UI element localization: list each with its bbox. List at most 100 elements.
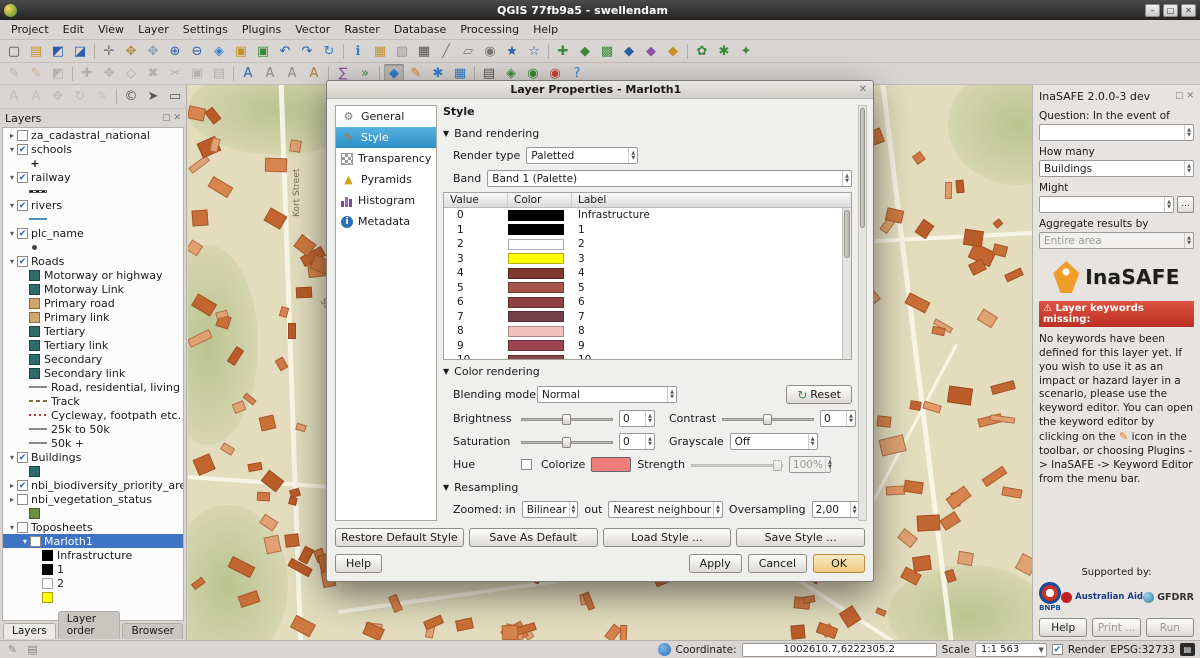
properties-tab-style[interactable]: ✎Style <box>336 127 436 148</box>
tab-layers[interactable]: Layers <box>3 623 56 639</box>
palette-label[interactable]: 9 <box>572 340 851 352</box>
layer-checkbox[interactable] <box>17 130 28 141</box>
palette-color-swatch[interactable] <box>508 340 564 351</box>
layer-item-railway[interactable]: ▾✔railway <box>3 170 183 184</box>
reset-button[interactable]: ↻ Reset <box>786 385 852 404</box>
expander-icon[interactable]: ▾ <box>7 145 17 154</box>
close-button[interactable]: ✕ <box>1181 4 1196 17</box>
save-project-icon[interactable]: ◩ <box>48 42 68 61</box>
palette-label[interactable]: 10 <box>572 354 851 360</box>
layer-checkbox[interactable]: ✔ <box>17 452 28 463</box>
layer-item-tertiary-link[interactable]: Tertiary link <box>3 338 183 352</box>
apply-button[interactable]: Apply <box>689 554 742 573</box>
menu-plugins[interactable]: Plugins <box>235 21 288 38</box>
dialog-scrollbar[interactable] <box>858 105 867 521</box>
dialog-title-bar[interactable]: Layer Properties - Marloth1 ✕ <box>327 81 873 99</box>
load-style-button[interactable]: Load Style ... <box>603 528 732 547</box>
palette-label[interactable]: 1 <box>572 224 851 236</box>
epsg-label[interactable]: EPSG:32733 <box>1110 644 1175 656</box>
toggle-editing-icon[interactable]: ✎ <box>26 64 46 83</box>
inasafe-help-button[interactable]: Help <box>1039 618 1087 637</box>
identify-features-icon[interactable]: ℹ <box>348 42 368 61</box>
deselect-features-icon[interactable]: ▧ <box>392 42 412 61</box>
zoom-out-icon[interactable]: ⊖ <box>187 42 207 61</box>
layer-item-schools[interactable]: ▾✔schools <box>3 142 183 156</box>
inasafe-print-button[interactable]: Print ... <box>1092 618 1140 637</box>
layer-item-secondary[interactable]: Secondary <box>3 352 183 366</box>
properties-tab-general[interactable]: ⚙General <box>336 106 436 127</box>
zoom-next-icon[interactable]: ↷ <box>297 42 317 61</box>
properties-tab-transparency[interactable]: Transparency <box>336 148 436 169</box>
saturation-slider[interactable] <box>521 435 613 449</box>
help-button[interactable]: Help <box>335 554 382 573</box>
menu-edit[interactable]: Edit <box>56 21 91 38</box>
palette-row-9[interactable]: 99 <box>444 339 851 354</box>
show-bookmarks-icon[interactable]: ☆ <box>524 42 544 61</box>
cut-features-icon[interactable]: ✂ <box>165 64 185 83</box>
palette-scrollbar[interactable] <box>842 208 851 359</box>
layer-checkbox[interactable]: ✔ <box>17 172 28 183</box>
coordinates-icon[interactable] <box>658 643 671 656</box>
layer-checkbox[interactable] <box>17 522 28 533</box>
palette-label[interactable]: 4 <box>572 267 851 279</box>
palette-label[interactable]: Infrastructure <box>572 209 851 221</box>
log-messages-icon[interactable]: ▤ <box>1180 643 1195 656</box>
expander-icon[interactable]: ▾ <box>20 537 30 546</box>
render-checkbox[interactable]: ✔ <box>1052 644 1063 655</box>
save-project-as-icon[interactable]: ◪ <box>70 42 90 61</box>
zoom-in-resampler-select[interactable]: Bilinear▲▼ <box>522 501 579 518</box>
labeling-icon[interactable]: A <box>238 64 258 83</box>
strength-slider[interactable] <box>691 458 783 472</box>
palette-row-4[interactable]: 44 <box>444 266 851 281</box>
menu-project[interactable]: Project <box>4 21 56 38</box>
menu-view[interactable]: View <box>91 21 131 38</box>
palette-color-swatch[interactable] <box>508 268 564 279</box>
palette-row-8[interactable]: 88 <box>444 324 851 339</box>
menu-database[interactable]: Database <box>387 21 454 38</box>
add-wms-layer-icon[interactable]: ◆ <box>641 42 661 61</box>
palette-color-swatch[interactable] <box>508 326 564 337</box>
scrollbar-thumb[interactable] <box>860 108 865 228</box>
layer-item-rivers[interactable]: ▾✔rivers <box>3 198 183 212</box>
palette-color-swatch[interactable] <box>508 355 564 360</box>
palette-label[interactable]: 2 <box>572 238 851 250</box>
layer-item-road-residential-living-street[interactable]: Road, residential, living street, ... <box>3 380 183 394</box>
new-bookmark-icon[interactable]: ★ <box>502 42 522 61</box>
grass-open-mapset-icon[interactable]: ✿ <box>692 42 712 61</box>
menu-settings[interactable]: Settings <box>176 21 235 38</box>
saturation-spin[interactable]: 0▲▼ <box>619 433 655 450</box>
save-style-button[interactable]: Save Style ... <box>736 528 865 547</box>
tab-browser[interactable]: Browser <box>122 623 183 639</box>
menu-processing[interactable]: Processing <box>453 21 526 38</box>
save-layer-edits-icon[interactable]: ◩ <box>48 64 68 83</box>
palette-label[interactable]: 5 <box>572 282 851 294</box>
expander-icon[interactable]: ▾ <box>7 453 17 462</box>
decoration-scalebar-icon[interactable]: ▭ <box>165 87 185 106</box>
layer-item-primary-road[interactable]: Primary road <box>3 296 183 310</box>
brightness-spin[interactable]: 0▲▼ <box>619 410 655 427</box>
dialog-close-icon[interactable]: ✕ <box>859 84 867 95</box>
cancel-button[interactable]: Cancel <box>748 554 807 573</box>
function-options-button[interactable]: ... <box>1177 196 1194 213</box>
expander-icon[interactable]: ▸ <box>7 495 17 504</box>
inasafe-run-button[interactable]: Run <box>1146 618 1194 637</box>
move-feature-icon[interactable]: ✥ <box>99 64 119 83</box>
palette-row-3[interactable]: 33 <box>444 252 851 267</box>
expander-icon[interactable]: ▾ <box>7 257 17 266</box>
paste-features-icon[interactable]: ▤ <box>209 64 229 83</box>
palette-color-swatch[interactable] <box>508 253 564 264</box>
menu-raster[interactable]: Raster <box>337 21 386 38</box>
menu-vector[interactable]: Vector <box>288 21 337 38</box>
open-project-icon[interactable]: ▤ <box>26 42 46 61</box>
copy-features-icon[interactable]: ▣ <box>187 64 207 83</box>
move-label-tool-icon[interactable]: ✥ <box>48 87 68 106</box>
map-tips-icon[interactable]: ◉ <box>480 42 500 61</box>
grass-tools-icon[interactable]: ✱ <box>714 42 734 61</box>
band-rendering-section[interactable]: ▼ Band rendering <box>443 127 852 140</box>
rotate-label-tool-icon[interactable]: ↻ <box>70 87 90 106</box>
palette-label[interactable]: 6 <box>572 296 851 308</box>
properties-tab-histogram[interactable]: Histogram <box>336 190 436 211</box>
scrollbar-thumb[interactable] <box>844 210 850 258</box>
layer-item-tertiary[interactable]: Tertiary <box>3 324 183 338</box>
dock-float-icon[interactable]: ▢ <box>162 113 171 123</box>
